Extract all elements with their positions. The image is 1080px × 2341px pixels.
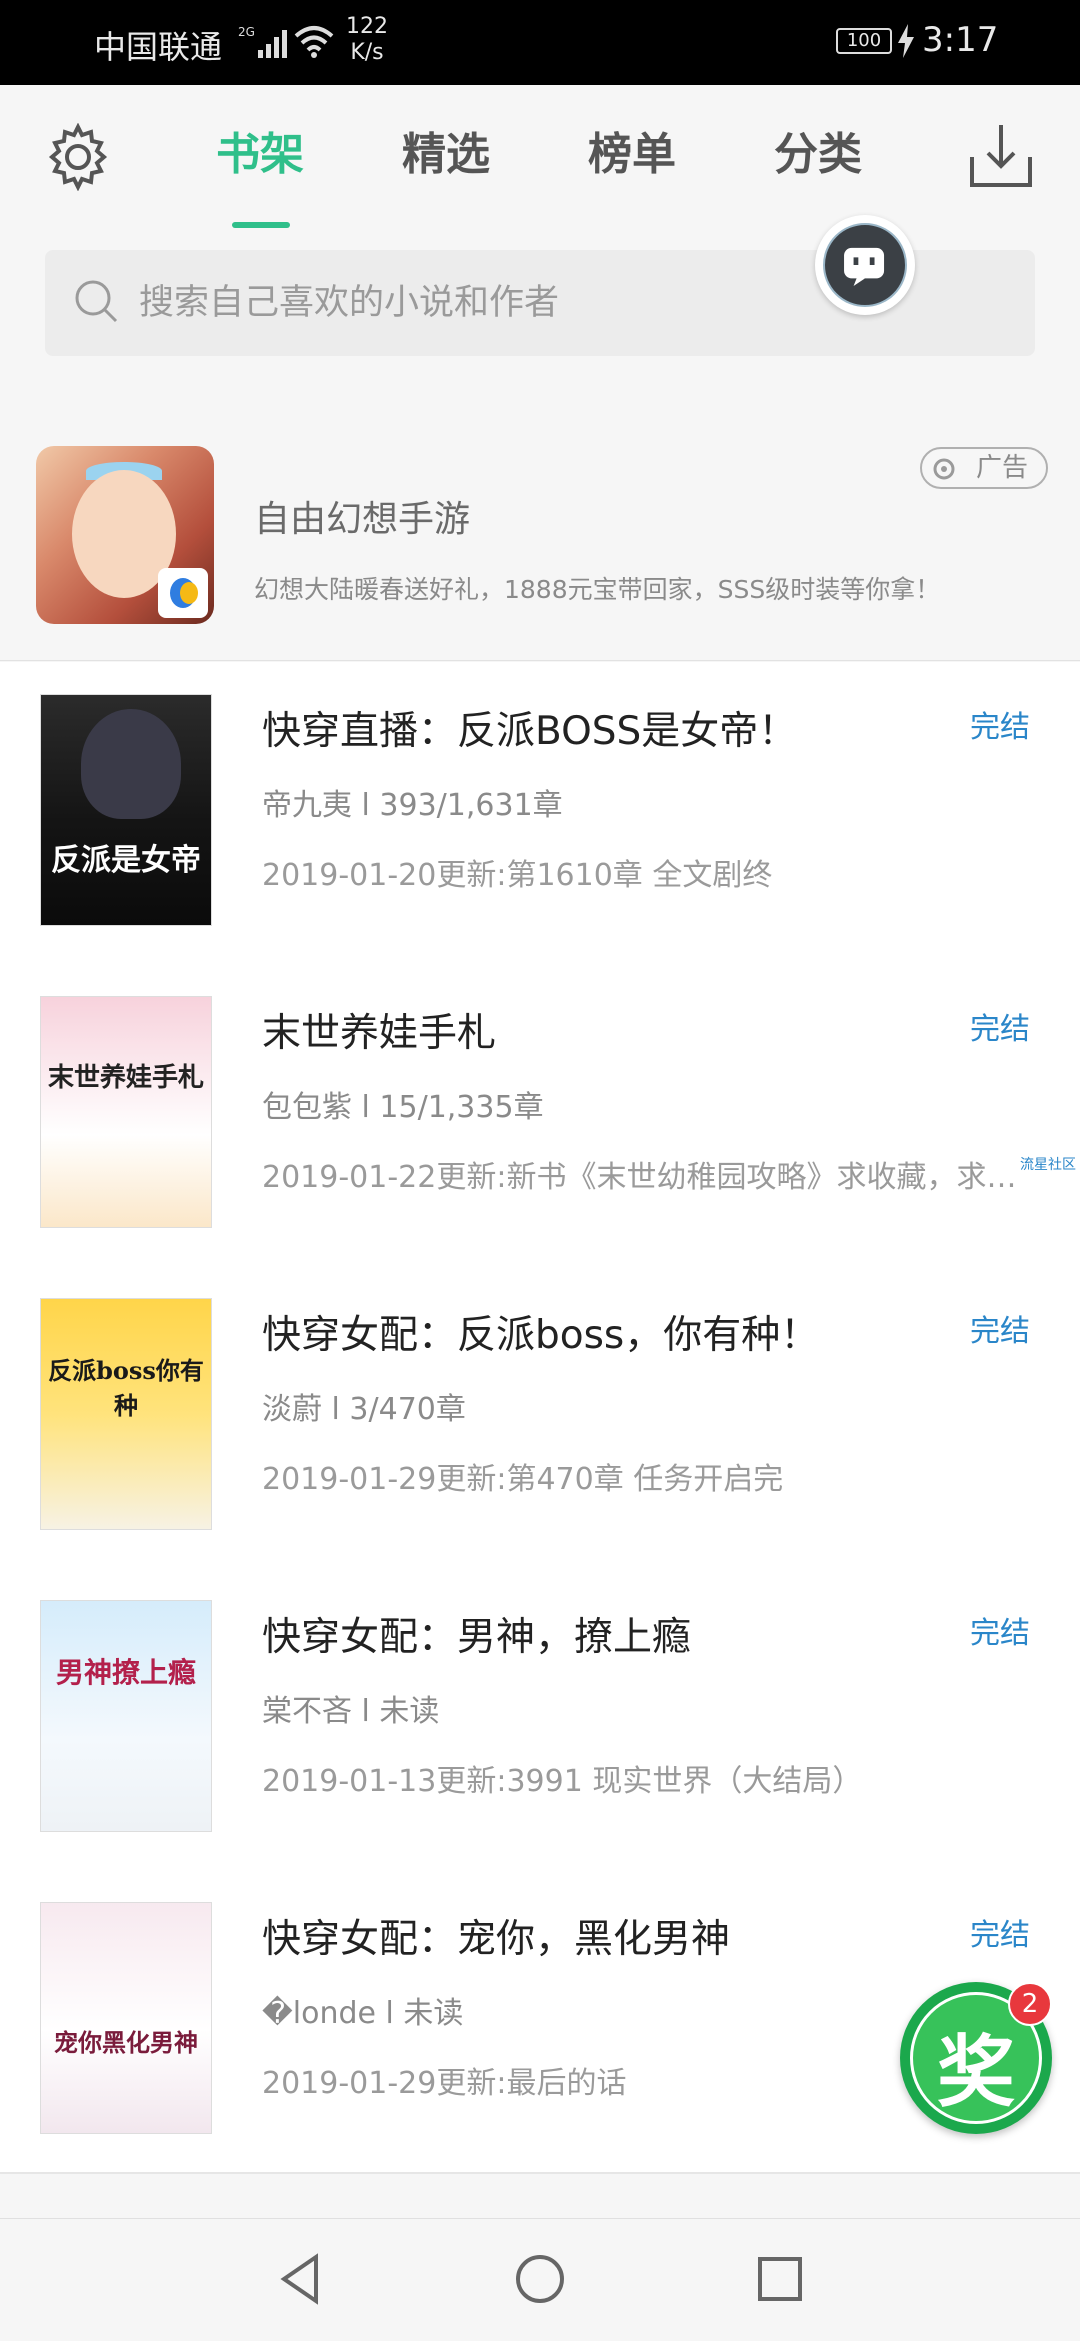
reward-button[interactable]: 奖 2 bbox=[900, 1982, 1052, 2134]
status-bar: 中国联通 2G 122 K/s 100 3:17 bbox=[0, 0, 1080, 85]
ad-banner[interactable]: 自由幻想手游 幻想大陆暖春送好礼，1888元宝带回家，SSS级时装等你拿！ 广告 bbox=[0, 420, 1080, 661]
charging-icon bbox=[898, 24, 914, 58]
cover-title: 反派boss你有种 bbox=[48, 1356, 204, 1420]
book-item[interactable]: 男神撩上瘾 快穿女配：男神，撩上瘾 完结 棠不吝 l 未读 2019-01-13… bbox=[0, 1568, 1080, 1872]
book-title: 快穿直播：反派BOSS是女帝！ bbox=[262, 709, 798, 754]
home-icon[interactable] bbox=[508, 2247, 572, 2311]
ad-description: 幻想大陆暖春送好礼，1888元宝带回家，SSS级时装等你拿！ bbox=[254, 575, 941, 604]
system-nav-bar bbox=[0, 2218, 1080, 2341]
cover-title: 男神撩上瘾 bbox=[55, 1656, 196, 1689]
cover-title: 反派是女帝 bbox=[51, 843, 201, 878]
book-title: 快穿女配：宠你，黑化男神 bbox=[262, 1917, 731, 1962]
ad-badge: 广告 bbox=[920, 447, 1048, 489]
book-update: 2019-01-22更新:新书《末世幼稚园攻略》求收藏，求推... bbox=[262, 1160, 1032, 1195]
ad-badge-label: 广告 bbox=[976, 453, 1029, 483]
ad-game-image bbox=[36, 446, 214, 624]
network-type: 2G bbox=[238, 25, 255, 39]
active-tab-indicator bbox=[232, 222, 290, 228]
ad-mark-icon bbox=[933, 458, 955, 480]
carrier-name: 中国联通 bbox=[94, 28, 223, 66]
book-status: 完结 bbox=[970, 1314, 1030, 1349]
download-icon[interactable] bbox=[968, 121, 1034, 191]
book-status: 完结 bbox=[970, 1616, 1030, 1651]
book-cover: 反派是女帝 bbox=[40, 694, 212, 926]
tab-bookshelf[interactable]: 书架 bbox=[216, 125, 304, 185]
book-title: 快穿女配：反派boss，你有种！ bbox=[262, 1313, 820, 1358]
book-cover: 宠你黑化男神 bbox=[40, 1902, 212, 2134]
book-status: 完结 bbox=[970, 1918, 1030, 1953]
book-update: 2019-01-20更新:第1610章 全文剧终 bbox=[262, 858, 773, 893]
game-logo-icon bbox=[158, 568, 208, 618]
net-speed-value: 122 bbox=[346, 14, 388, 39]
signal-icon: 2G bbox=[238, 25, 287, 58]
reward-label: 奖 bbox=[936, 2028, 1015, 2118]
book-update: 2019-01-29更新:第470章 任务开启完 bbox=[262, 1462, 784, 1497]
book-meta: 帝九夷 l 393/1,631章 bbox=[262, 788, 563, 823]
recents-icon[interactable] bbox=[748, 2247, 812, 2311]
clock: 3:17 bbox=[922, 20, 999, 60]
chat-face-icon bbox=[823, 223, 907, 307]
tab-categories[interactable]: 分类 bbox=[774, 125, 862, 185]
reward-count-badge: 2 bbox=[1008, 1982, 1052, 2026]
net-speed-unit: K/s bbox=[350, 40, 384, 65]
chat-bubble-button[interactable] bbox=[815, 215, 915, 315]
ad-title: 自由幻想手游 bbox=[254, 499, 471, 540]
book-meta: �londe l 未读 bbox=[262, 1996, 464, 2031]
net-speed: 122 K/s bbox=[346, 14, 388, 66]
gear-icon[interactable] bbox=[44, 123, 112, 191]
battery-icon: 100 bbox=[836, 28, 892, 54]
book-cover: 反派boss你有种 bbox=[40, 1298, 212, 1530]
wifi-icon bbox=[294, 26, 334, 58]
cover-title: 宠你黑化男神 bbox=[54, 2028, 198, 2057]
book-item[interactable]: 反派是女帝 快穿直播：反派BOSS是女帝！ 完结 帝九夷 l 393/1,631… bbox=[0, 662, 1080, 966]
book-item[interactable]: 末世养娃手札 末世养娃手札 完结 包包紫 l 15/1,335章 2019-01… bbox=[0, 964, 1080, 1268]
tab-rankings[interactable]: 榜单 bbox=[588, 125, 676, 185]
book-meta: 淡蔚 l 3/470章 bbox=[262, 1392, 466, 1427]
book-status: 完结 bbox=[970, 1012, 1030, 1047]
book-meta: 包包紫 l 15/1,335章 bbox=[262, 1090, 544, 1125]
book-meta: 棠不吝 l 未读 bbox=[262, 1694, 440, 1729]
top-header: 书架 精选 榜单 分类 bbox=[0, 85, 1080, 245]
cover-title: 末世养娃手札 bbox=[47, 1063, 204, 1093]
book-item[interactable]: 反派boss你有种 快穿女配：反派boss，你有种！ 完结 淡蔚 l 3/470… bbox=[0, 1266, 1080, 1570]
side-link[interactable]: 流星社区 bbox=[1020, 1154, 1076, 1174]
book-update: 2019-01-13更新:3991 现实世界（大结局） bbox=[262, 1764, 863, 1799]
search-icon bbox=[75, 280, 118, 323]
book-status: 完结 bbox=[970, 710, 1030, 745]
tab-featured[interactable]: 精选 bbox=[402, 125, 490, 185]
book-cover: 男神撩上瘾 bbox=[40, 1600, 212, 1832]
back-icon[interactable] bbox=[270, 2247, 334, 2311]
book-title: 末世养娃手札 bbox=[262, 1011, 497, 1056]
search-placeholder: 搜索自己喜欢的小说和作者 bbox=[139, 283, 560, 323]
book-title: 快穿女配：男神，撩上瘾 bbox=[262, 1615, 692, 1660]
book-cover: 末世养娃手札 bbox=[40, 996, 212, 1228]
